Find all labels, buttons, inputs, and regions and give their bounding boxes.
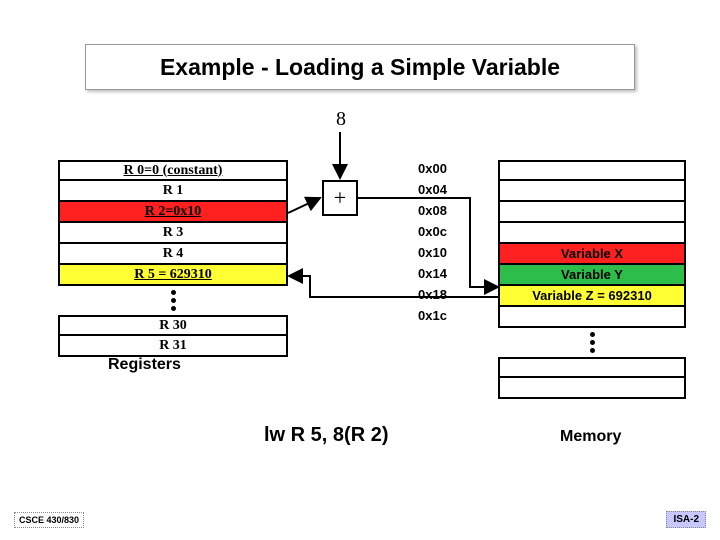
register-row: R 5 = 629310 bbox=[58, 265, 288, 286]
register-label: R 3 bbox=[163, 225, 184, 241]
address-label: 0x00 bbox=[418, 158, 478, 179]
plus-icon: + bbox=[334, 185, 346, 211]
memory-block: Variable X Variable Y Variable Z = 692310 bbox=[498, 160, 686, 399]
address-label: 0x1c bbox=[418, 305, 478, 326]
memory-cell: Variable X bbox=[498, 244, 686, 265]
memory-cell: Variable Y bbox=[498, 265, 686, 286]
address-label: 0x08 bbox=[418, 200, 478, 221]
register-row: R 2=0x10 bbox=[58, 202, 288, 223]
register-label: R 4 bbox=[163, 246, 184, 262]
register-label: R 5 = 629310 bbox=[134, 267, 212, 283]
page-title: Example - Loading a Simple Variable bbox=[160, 54, 560, 81]
register-row: R 0=0 (constant) bbox=[58, 160, 288, 181]
memory-cell bbox=[498, 307, 686, 328]
registers-label: Registers bbox=[108, 356, 181, 374]
memory-cell bbox=[498, 160, 686, 181]
register-label: R 2=0x10 bbox=[145, 204, 202, 220]
register-row: R 1 bbox=[58, 181, 288, 202]
title-box: Example - Loading a Simple Variable bbox=[85, 44, 635, 90]
ellipsis-icon bbox=[58, 290, 288, 311]
register-row: R 30 bbox=[58, 315, 288, 336]
memory-cell-label: Variable X bbox=[561, 246, 623, 261]
ellipsis-icon bbox=[498, 332, 686, 353]
memory-label: Memory bbox=[560, 428, 621, 446]
register-label: R 1 bbox=[163, 183, 184, 199]
register-file: R 0=0 (constant) R 1 R 2=0x10 R 3 R 4 R 5 = 6… bbox=[58, 160, 288, 357]
register-label: R 0=0 (constant) bbox=[124, 163, 223, 179]
address-label: 0x0c bbox=[418, 221, 478, 242]
course-code: CSCE 430/830 bbox=[14, 512, 84, 528]
address-label: 0x14 bbox=[418, 263, 478, 284]
register-label: R 30 bbox=[159, 318, 187, 334]
register-row: R 4 bbox=[58, 244, 288, 265]
memory-cell bbox=[498, 223, 686, 244]
memory-cell-label: Variable Z = 692310 bbox=[532, 288, 652, 303]
memory-cell bbox=[498, 357, 686, 378]
slide-id: ISA-2 bbox=[666, 511, 706, 528]
address-label: 0x10 bbox=[418, 242, 478, 263]
adder-box: + bbox=[322, 180, 358, 216]
instruction-text: lw R 5, 8(R 2) bbox=[264, 424, 388, 447]
memory-cell: Variable Z = 692310 bbox=[498, 286, 686, 307]
memory-cell bbox=[498, 202, 686, 223]
register-row: R 31 bbox=[58, 336, 288, 357]
register-label: R 31 bbox=[159, 338, 187, 354]
address-list: 0x000x040x080x0c0x100x140x180x1c bbox=[418, 158, 478, 326]
memory-cell-label: Variable Y bbox=[561, 267, 623, 282]
address-label: 0x18 bbox=[418, 284, 478, 305]
offset-value: 8 bbox=[336, 108, 346, 131]
address-label: 0x04 bbox=[418, 179, 478, 200]
register-row: R 3 bbox=[58, 223, 288, 244]
memory-cell bbox=[498, 378, 686, 399]
memory-cell bbox=[498, 181, 686, 202]
